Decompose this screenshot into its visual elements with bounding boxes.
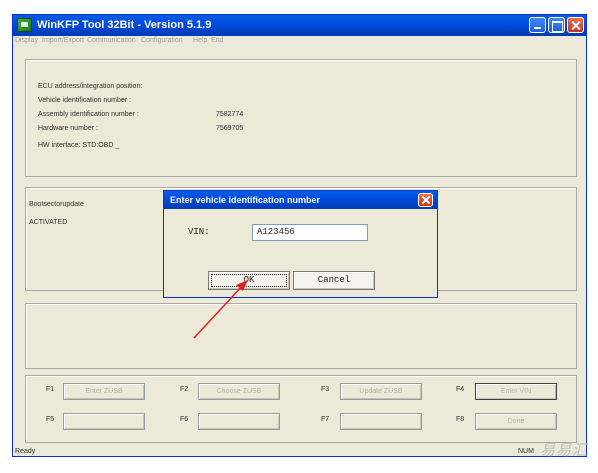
f4-key-label: F4 [456,386,465,393]
bootsector-status: ACTIVATED [29,219,68,226]
assembly-id-value: 7582774 [216,111,244,118]
vin-label: Vehicle identification number : [38,97,131,104]
minimize-button[interactable] [529,17,546,33]
maximize-button[interactable] [548,17,565,33]
f8-key-label: F8 [456,416,465,423]
hardware-number-value: 7569705 [216,125,244,132]
title-bar[interactable]: WinKFP Tool 32Bit - Version 5.1.9 [13,15,586,36]
f7-button[interactable] [340,413,422,430]
dialog-title: Enter vehicle identification number [170,195,321,205]
close-icon [419,194,432,206]
close-button[interactable] [567,17,584,33]
update-zusb-button[interactable]: Update ZUSB [340,383,422,400]
f6-button[interactable] [198,413,280,430]
ecu-info-panel: ECU address/integration position: Vehicl… [25,59,577,177]
menu-display[interactable]: Display [15,37,38,44]
dialog-close-button[interactable] [418,193,433,207]
close-icon [568,18,583,32]
f5-button[interactable] [63,413,145,430]
enter-vin-dialog: Enter vehicle identification number VIN:… [163,190,438,298]
f5-key-label: F5 [46,416,55,423]
log-panel [25,303,577,369]
menu-communication[interactable]: Communication [87,37,136,44]
window-title: WinKFP Tool 32Bit - Version 5.1.9 [37,19,212,31]
dialog-title-bar[interactable]: Enter vehicle identification number [164,191,437,209]
status-bar: Ready NUM [13,448,586,456]
menu-end[interactable]: End [211,37,223,44]
enter-vin-button[interactable]: Enter VIN [475,383,557,400]
hardware-number-label: Hardware number : [38,125,98,132]
choose-zusb-button[interactable]: Choose ZUSB [198,383,280,400]
f3-key-label: F3 [321,386,330,393]
cancel-button[interactable]: Cancel [293,271,375,290]
menu-help[interactable]: Help [193,37,207,44]
vin-input[interactable]: A123456 [252,224,368,241]
dialog-vin-label: VIN: [188,227,210,237]
f6-key-label: F6 [180,416,189,423]
ok-button[interactable]: OK [208,271,290,290]
enter-zusb-button[interactable]: Enter ZUSB [63,383,145,400]
hw-interface-text: HW interface: STD:OBD _ [38,142,120,149]
status-num: NUM [518,448,534,455]
menu-configuration[interactable]: Configuration [141,37,183,44]
f7-key-label: F7 [321,416,330,423]
done-button[interactable]: Done [475,413,557,430]
f1-key-label: F1 [46,386,55,393]
status-text: Ready [15,448,36,455]
assembly-id-label: Assembly identification number : [38,111,139,118]
app-icon[interactable] [17,18,32,32]
menu-bar: Display Import/Export Communication Conf… [13,36,586,48]
function-keys-panel: F1 Enter ZUSB F2 Choose ZUSB F3 Update Z… [25,375,577,443]
bootsector-label: Bootsectorupdate [29,201,84,208]
ecu-address-label: ECU address/integration position: [38,83,143,90]
f2-key-label: F2 [180,386,189,393]
watermark-logo: 易易汇 [540,441,589,459]
menu-import-export[interactable]: Import/Export [42,37,84,44]
